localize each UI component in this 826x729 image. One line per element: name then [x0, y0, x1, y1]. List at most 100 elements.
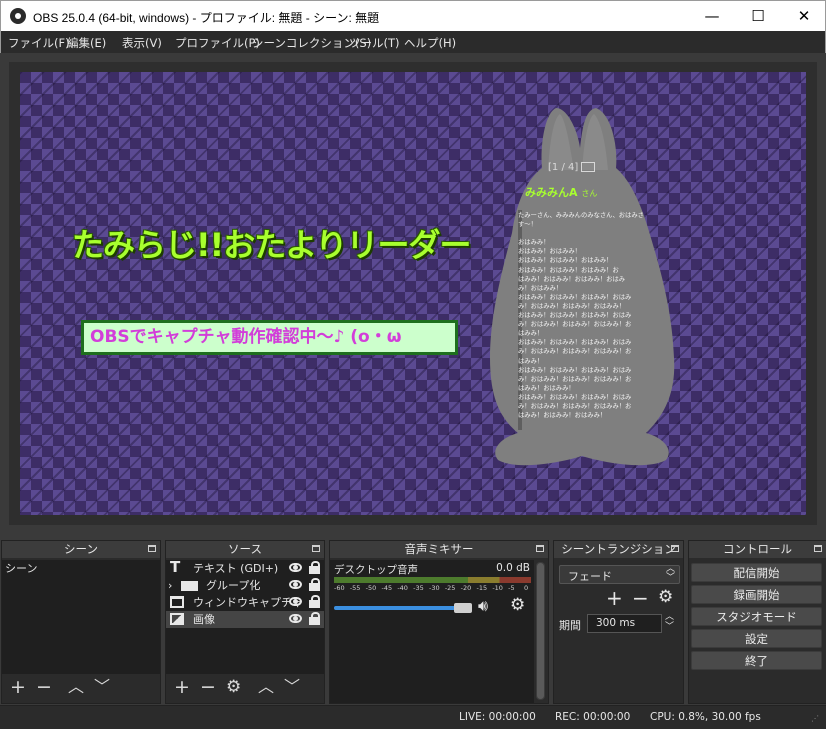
preview-area[interactable]: たみらじ!!おたよりリーダー OBSでキャプチャ動作確認中～♪ (o・ω [1 …	[9, 62, 817, 525]
mail-icon	[581, 162, 596, 172]
move-down-icon[interactable]: ﹀	[94, 677, 110, 697]
transition-select[interactable]: フェード ︿ ﹀	[559, 565, 680, 584]
start-recording-button[interactable]: 録画開始	[691, 585, 822, 604]
transitions-dock-header: シーントランジション	[554, 541, 683, 558]
transitions-title: シーントランジション	[561, 542, 676, 556]
meter-tick-label: -40	[397, 584, 408, 592]
duration-input[interactable]: 300 ms	[587, 614, 662, 633]
volume-slider-handle[interactable]	[454, 603, 472, 613]
mixer-scrollbar-thumb[interactable]	[537, 563, 544, 699]
chat-line: おはみみ！おはみみ！おはみみ！	[518, 257, 613, 265]
chat-line: おはみみ！おはみみ！おはみみ！おはみ	[518, 339, 632, 347]
mixer-level-db: 0.0 dB	[496, 562, 530, 574]
add-scene-button[interactable]: +	[10, 677, 26, 697]
volume-slider-track[interactable]	[334, 603, 472, 613]
exit-button[interactable]: 終了	[691, 651, 822, 670]
scene-item[interactable]: シーン	[2, 560, 160, 577]
chat-line: おはみみ！おはみみ！おはみみ！おはみ	[518, 312, 632, 320]
settings-button[interactable]: 設定	[691, 629, 822, 648]
preview-canvas[interactable]: たみらじ!!おたよりリーダー OBSでキャプチャ動作確認中～♪ (o・ω [1 …	[20, 72, 806, 515]
caption-box: OBSでキャプチャ動作確認中～♪ (o・ω	[81, 320, 458, 355]
menu-view[interactable]: 表示(V)	[122, 35, 162, 51]
move-down-icon[interactable]: ﹀	[284, 677, 300, 697]
headline-text: たみらじ!!おたよりリーダー	[72, 226, 472, 264]
start-streaming-button[interactable]: 配信開始	[691, 563, 822, 582]
meter-tick-label: -30	[429, 584, 440, 592]
add-source-button[interactable]: +	[174, 677, 190, 697]
chat-page-indicator: [1 / 4]	[548, 162, 596, 173]
chat-line: おはみみ！おはみみ！	[518, 248, 581, 256]
chat-line: す～！	[518, 221, 537, 229]
chat-line: おはみみ！	[518, 239, 550, 247]
undock-icon[interactable]	[814, 545, 822, 552]
undock-icon[interactable]	[536, 545, 544, 552]
source-properties-gear-icon[interactable]: ⚙	[226, 677, 241, 697]
expand-chevron-icon[interactable]: ›	[168, 577, 172, 594]
audio-mixer-dock-header: 音声ミキサー	[330, 541, 548, 558]
lock-icon[interactable]	[309, 595, 320, 608]
undock-icon[interactable]	[312, 545, 320, 552]
remove-transition-button[interactable]: −	[632, 586, 649, 610]
meter-tick-label: -50	[365, 584, 377, 592]
menu-tools[interactable]: ツール(T)	[349, 35, 400, 51]
transition-selected-value: フェード	[568, 570, 612, 583]
mixer-scrollbar[interactable]	[536, 562, 545, 700]
volume-meter	[334, 577, 531, 583]
visibility-eye-icon[interactable]	[289, 614, 302, 623]
lock-icon[interactable]	[309, 561, 320, 574]
mixer-gear-icon[interactable]: ⚙	[510, 595, 525, 615]
lock-icon[interactable]	[309, 612, 320, 625]
remove-scene-button[interactable]: −	[36, 677, 52, 697]
caption-text: OBSでキャプチャ動作確認中～♪ (o・ω	[84, 323, 455, 352]
audio-mixer-dock: 音声ミキサー デスクトップ音声 0.0 dB -60 -55 -50 -45 -40 -3…	[329, 540, 549, 704]
source-item[interactable]: 画像	[166, 611, 324, 628]
visibility-eye-icon[interactable]	[289, 563, 302, 572]
chat-line: はみみ！おはみみ！おはみみ！おはみ	[518, 275, 626, 283]
move-up-icon[interactable]: ︿	[258, 677, 274, 697]
meter-tick-label: -15	[476, 584, 488, 592]
menu-edit[interactable]: 編集(E)	[67, 35, 106, 51]
undock-icon[interactable]	[148, 545, 156, 552]
move-up-icon[interactable]: ︿	[68, 677, 84, 697]
chat-line: み！おはみみ！	[518, 284, 563, 292]
chat-page-text: [1 / 4]	[548, 162, 579, 173]
chat-line: はみみ！	[518, 330, 544, 338]
resize-grip-icon[interactable]: ⋰	[811, 714, 819, 723]
minimize-button[interactable]: —	[689, 1, 735, 31]
source-item[interactable]: › グループ化	[166, 577, 324, 594]
volume-slider-fill	[334, 606, 460, 610]
add-transition-button[interactable]: +	[606, 586, 623, 610]
chat-author-name: みみみんA	[525, 186, 578, 199]
visibility-eye-icon[interactable]	[289, 597, 302, 606]
sources-dock-header: ソース	[166, 541, 324, 558]
mixer-panel: デスクトップ音声 0.0 dB -60 -55 -50 -45 -40 -35 -30 -25…	[330, 560, 534, 703]
sources-list[interactable]: T テキスト (GDI+) › グループ化 ウィンドウキャプチャ 画像	[166, 560, 324, 674]
menu-bar: ファイル(F) 編集(E) 表示(V) プロファイル(P) シーンコレクション(…	[0, 31, 826, 53]
menu-profile[interactable]: プロファイル(P)	[175, 35, 260, 51]
remove-source-button[interactable]: −	[200, 677, 216, 697]
visibility-eye-icon[interactable]	[289, 580, 302, 589]
source-item[interactable]: T テキスト (GDI+)	[166, 560, 324, 577]
meter-tick-label: 0	[524, 584, 529, 592]
duration-stepper-icon[interactable]: ︿ ﹀	[665, 612, 674, 632]
maximize-button[interactable]: ☐	[735, 1, 781, 31]
image-icon	[170, 613, 184, 625]
source-item[interactable]: ウィンドウキャプチャ	[166, 594, 324, 611]
lock-icon[interactable]	[309, 578, 320, 591]
menu-file[interactable]: ファイル(F)	[8, 35, 70, 51]
scenes-list[interactable]: シーン	[2, 560, 160, 674]
transition-gear-icon[interactable]: ⚙	[658, 587, 673, 607]
meter-tick-label: -5	[508, 584, 515, 592]
chat-line: はみみ！おはみみ！おはみみ！	[518, 412, 607, 420]
undock-icon[interactable]	[671, 545, 679, 552]
close-button[interactable]: ✕	[781, 1, 826, 31]
title-bar: OBS 25.0.4 (64-bit, windows) - プロファイル: 無…	[0, 0, 826, 31]
controls-title: コントロール	[723, 542, 792, 556]
chat-line: み！おはみみ！おはみみ！おはみみ！お	[518, 375, 632, 383]
speaker-icon[interactable]: 🔊︎	[478, 596, 488, 616]
menu-help[interactable]: ヘルプ(H)	[404, 35, 456, 51]
meter-tick-label: -45	[381, 584, 393, 592]
studio-mode-button[interactable]: スタジオモード	[691, 607, 822, 626]
scenes-dock-header: シーン	[2, 541, 160, 558]
chat-line: おはみみ！おはみみ！おはみみ！おはみ	[518, 366, 632, 374]
